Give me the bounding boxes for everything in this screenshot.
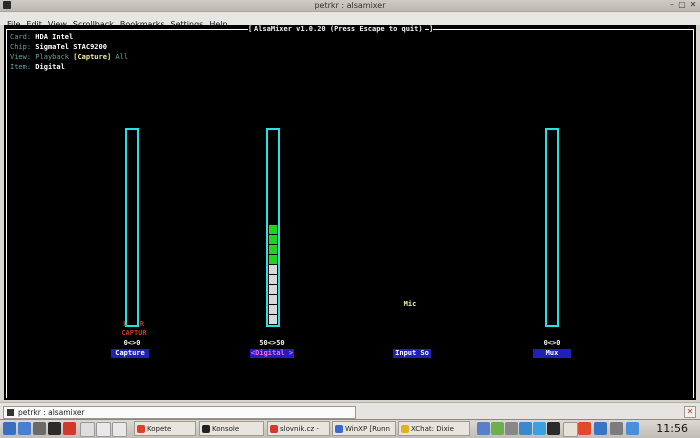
- kopete-icon: [137, 425, 145, 433]
- control-digital[interactable]: <Digital >: [250, 349, 294, 358]
- task-winxp-label: WinXP [Runn: [345, 425, 390, 433]
- pager-desktop-1[interactable]: [80, 422, 95, 437]
- digital-meter-segment: [269, 314, 277, 324]
- card-label: Card:: [10, 33, 32, 41]
- control-mux[interactable]: Mux: [533, 349, 571, 358]
- item-value: Digital: [35, 63, 65, 71]
- minimize-button[interactable]: –: [668, 1, 676, 9]
- view-row: View: Playback [Capture] All: [10, 53, 128, 62]
- desktop-icon[interactable]: [18, 422, 31, 435]
- frame-right: [693, 30, 694, 398]
- close-button[interactable]: ✕: [689, 1, 697, 9]
- kde-menu-icon[interactable]: [3, 422, 16, 435]
- digital-volume-meter[interactable]: [266, 128, 280, 327]
- digital-meter-segment: [269, 234, 277, 244]
- pager-desktop-3[interactable]: [112, 422, 127, 437]
- input-source-mic: Mic: [403, 300, 417, 308]
- weather-icon[interactable]: [626, 422, 639, 435]
- capture-volume-meter[interactable]: [125, 128, 139, 327]
- digital-values: 50<>50: [259, 339, 285, 347]
- bluetooth-icon[interactable]: [533, 422, 546, 435]
- battery-icon[interactable]: [505, 422, 518, 435]
- clipboard-icon[interactable]: [563, 422, 578, 437]
- chip-row: Chip: SigmaTel STAC9200: [10, 43, 107, 52]
- opera-icon[interactable]: [63, 422, 76, 435]
- view-label: View:: [10, 53, 32, 61]
- speaker-icon[interactable]: [547, 422, 560, 435]
- virtualbox-icon: [335, 425, 343, 433]
- task-kopete-label: Kopete: [147, 425, 172, 433]
- digital-meter-segment: [269, 294, 277, 304]
- session-tab-label: petrkr : alsamixer: [18, 408, 85, 417]
- session-tabbar: petrkr : alsamixer ✕: [0, 402, 700, 419]
- digital-meter-segment: [269, 254, 277, 264]
- view-capture[interactable]: [Capture]: [73, 53, 111, 61]
- mixer-title: AlsaMixer v1.0.20 (Press Escape to quit): [252, 25, 425, 34]
- digital-meter-segment: [269, 304, 277, 314]
- mux-values: 0<>0: [543, 339, 561, 347]
- session-tab[interactable]: petrkr : alsamixer: [3, 406, 356, 419]
- task-xchat-label: XChat: Dixie: [411, 425, 454, 433]
- task-konsole[interactable]: Konsole: [199, 421, 264, 436]
- view-playback[interactable]: Playback: [35, 53, 69, 61]
- home-folder-icon[interactable]: [33, 422, 46, 435]
- keyboard-layout-icon[interactable]: [477, 422, 490, 435]
- task-winxp[interactable]: WinXP [Runn: [332, 421, 396, 436]
- task-slovnik-label: slovnik.cz -: [280, 425, 319, 433]
- capture-values: 0<>0: [123, 339, 141, 347]
- item-label: Item:: [10, 63, 32, 71]
- item-row: Item: Digital: [10, 63, 65, 72]
- chip-label: Chip:: [10, 43, 32, 51]
- task-xchat[interactable]: XChat: Dixie: [398, 421, 470, 436]
- terminal-launcher-icon[interactable]: [48, 422, 61, 435]
- messenger-icon[interactable]: [594, 422, 607, 435]
- capture-right-mark: R: [139, 320, 145, 328]
- task-kopete[interactable]: Kopete: [134, 421, 196, 436]
- close-tab-button[interactable]: ✕: [684, 406, 696, 418]
- header-bracket-right: ]: [429, 25, 434, 34]
- chip-value: SigmaTel STAC9200: [35, 43, 107, 51]
- skype-icon[interactable]: [519, 422, 532, 435]
- mux-volume-meter[interactable]: [545, 128, 559, 327]
- card-value: HDA Intel: [35, 33, 74, 41]
- terminal-icon: [7, 409, 14, 416]
- maximize-button[interactable]: ▢: [678, 1, 686, 9]
- task-slovnik[interactable]: slovnik.cz -: [267, 421, 330, 436]
- control-capture[interactable]: Capture: [111, 349, 149, 358]
- browser-icon: [270, 425, 278, 433]
- frame-left: [6, 30, 7, 398]
- terminal-area[interactable]: [ AlsaMixer v1.0.20 (Press Escape to qui…: [4, 25, 696, 400]
- pager-desktop-2[interactable]: [96, 422, 111, 437]
- card-row: Card: HDA Intel: [10, 33, 73, 42]
- control-input-source[interactable]: Input So: [393, 349, 431, 358]
- digital-meter-segment: [269, 264, 277, 274]
- digital-meter-segment: [269, 284, 277, 294]
- task-konsole-label: Konsole: [212, 425, 240, 433]
- update-icon[interactable]: [578, 422, 591, 435]
- clock[interactable]: 11:56: [656, 420, 688, 438]
- captur-flag: CAPTUR: [121, 329, 147, 337]
- window-titlebar[interactable]: petrkr : alsamixer – ▢ ✕: [0, 0, 700, 12]
- menubar: FileEditViewScrollbackBookmarksSettingsH…: [0, 12, 700, 29]
- xchat-icon: [401, 425, 409, 433]
- kde-panel: Kopete Konsole slovnik.cz - WinXP [Runn …: [0, 419, 700, 438]
- view-all[interactable]: All: [115, 53, 128, 61]
- digital-meter-segment: [269, 224, 277, 234]
- digital-meter-segment: [269, 244, 277, 254]
- konsole-icon: [202, 425, 210, 433]
- tray-misc-icon[interactable]: [610, 422, 623, 435]
- capture-left-mark: L: [122, 320, 128, 328]
- window-title: petrkr : alsamixer: [314, 1, 386, 10]
- digital-meter-segment: [269, 274, 277, 284]
- network-icon[interactable]: [491, 422, 504, 435]
- mixer-header: [ AlsaMixer v1.0.20 (Press Escape to qui…: [4, 25, 696, 35]
